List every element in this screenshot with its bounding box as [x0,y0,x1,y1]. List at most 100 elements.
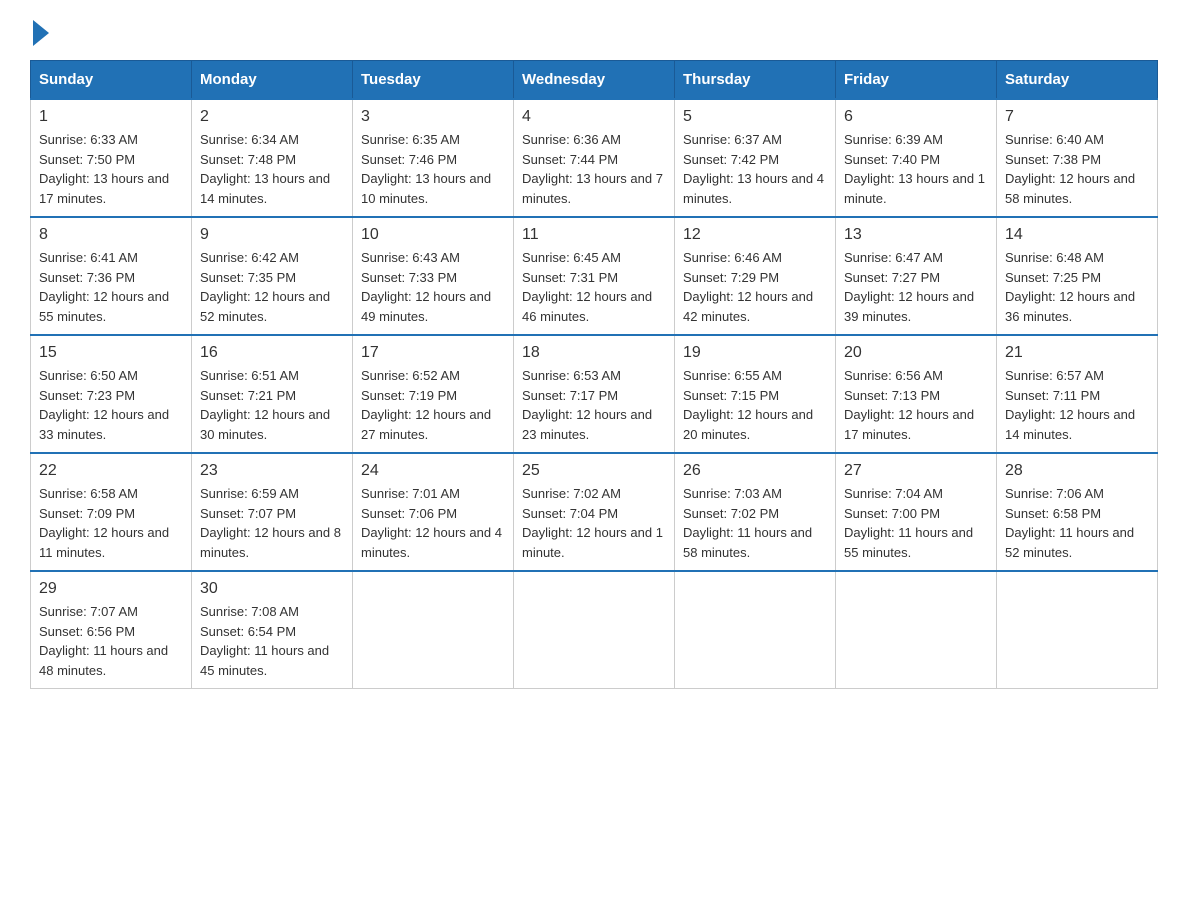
day-number: 14 [1005,226,1149,244]
day-cell-11: 11Sunrise: 6:45 AMSunset: 7:31 PMDayligh… [514,217,675,335]
day-info: Sunrise: 6:51 AMSunset: 7:21 PMDaylight:… [200,366,344,444]
day-info: Sunrise: 6:55 AMSunset: 7:15 PMDaylight:… [683,366,827,444]
calendar-header-row: SundayMondayTuesdayWednesdayThursdayFrid… [31,61,1158,100]
day-cell-27: 27 Sunrise: 7:04 AMSunset: 7:00 PMDayligh… [836,453,997,571]
day-info: Sunrise: 6:50 AMSunset: 7:23 PMDaylight:… [39,366,183,444]
day-cell-10: 10 Sunrise: 6:43 AMSunset: 7:33 PMDayligh… [353,217,514,335]
week-row-1: 1Sunrise: 6:33 AMSunset: 7:50 PMDaylight… [31,99,1158,217]
day-cell-25: 25 Sunrise: 7:02 AMSunset: 7:04 PMDayligh… [514,453,675,571]
day-info: Sunrise: 7:07 AMSunset: 6:56 PMDaylight:… [39,602,183,680]
day-info: Sunrise: 6:41 AMSunset: 7:36 PMDaylight:… [39,248,183,326]
day-cell-14: 14 Sunrise: 6:48 AMSunset: 7:25 PMDayligh… [997,217,1158,335]
day-number: 22 [39,462,183,480]
day-number: 11 [522,226,666,244]
day-info: Sunrise: 7:06 AMSunset: 6:58 PMDaylight:… [1005,484,1149,562]
day-cell-8: 8 Sunrise: 6:41 AMSunset: 7:36 PMDaylight… [31,217,192,335]
col-header-wednesday: Wednesday [514,61,675,100]
day-info: Sunrise: 6:57 AMSunset: 7:11 PMDaylight:… [1005,366,1149,444]
day-number: 24 [361,462,505,480]
day-number: 13 [844,226,988,244]
day-cell-12: 12 Sunrise: 6:46 AMSunset: 7:29 PMDayligh… [675,217,836,335]
day-cell-13: 13 Sunrise: 6:47 AMSunset: 7:27 PMDayligh… [836,217,997,335]
day-cell-15: 15 Sunrise: 6:50 AMSunset: 7:23 PMDayligh… [31,335,192,453]
day-info: Sunrise: 7:02 AMSunset: 7:04 PMDaylight:… [522,484,666,562]
day-number: 26 [683,462,827,480]
day-cell-16: 16 Sunrise: 6:51 AMSunset: 7:21 PMDayligh… [192,335,353,453]
col-header-friday: Friday [836,61,997,100]
day-cell-20: 20 Sunrise: 6:56 AMSunset: 7:13 PMDayligh… [836,335,997,453]
page-header [30,20,1158,40]
day-cell-9: 9Sunrise: 6:42 AMSunset: 7:35 PMDaylight… [192,217,353,335]
day-number: 17 [361,344,505,362]
day-number: 16 [200,344,344,362]
day-number: 2 [200,108,344,126]
day-cell-3: 3Sunrise: 6:35 AMSunset: 7:46 PMDaylight… [353,99,514,217]
col-header-thursday: Thursday [675,61,836,100]
day-cell-1: 1Sunrise: 6:33 AMSunset: 7:50 PMDaylight… [31,99,192,217]
day-cell-18: 18 Sunrise: 6:53 AMSunset: 7:17 PMDayligh… [514,335,675,453]
day-info: Sunrise: 7:08 AMSunset: 6:54 PMDaylight:… [200,602,344,680]
day-info: Sunrise: 6:59 AMSunset: 7:07 PMDaylight:… [200,484,344,562]
day-info: Sunrise: 6:47 AMSunset: 7:27 PMDaylight:… [844,248,988,326]
day-cell-17: 17 Sunrise: 6:52 AMSunset: 7:19 PMDayligh… [353,335,514,453]
day-info: Sunrise: 6:40 AMSunset: 7:38 PMDaylight:… [1005,130,1149,208]
day-info: Sunrise: 6:39 AMSunset: 7:40 PMDaylight:… [844,130,988,208]
day-info: Sunrise: 6:43 AMSunset: 7:33 PMDaylight:… [361,248,505,326]
week-row-5: 29 Sunrise: 7:07 AMSunset: 6:56 PMDayligh… [31,571,1158,689]
day-number: 1 [39,108,183,126]
day-cell-5: 5 Sunrise: 6:37 AMSunset: 7:42 PMDaylight… [675,99,836,217]
col-header-tuesday: Tuesday [353,61,514,100]
day-number: 29 [39,580,183,598]
day-number: 18 [522,344,666,362]
empty-cell [353,571,514,689]
day-cell-19: 19 Sunrise: 6:55 AMSunset: 7:15 PMDayligh… [675,335,836,453]
day-info: Sunrise: 6:52 AMSunset: 7:19 PMDaylight:… [361,366,505,444]
day-number: 8 [39,226,183,244]
week-row-4: 22 Sunrise: 6:58 AMSunset: 7:09 PMDayligh… [31,453,1158,571]
day-number: 4 [522,108,666,126]
day-number: 19 [683,344,827,362]
day-info: Sunrise: 6:48 AMSunset: 7:25 PMDaylight:… [1005,248,1149,326]
day-info: Sunrise: 6:42 AMSunset: 7:35 PMDaylight:… [200,248,344,326]
day-info: Sunrise: 7:01 AMSunset: 7:06 PMDaylight:… [361,484,505,562]
day-number: 21 [1005,344,1149,362]
day-info: Sunrise: 6:34 AMSunset: 7:48 PMDaylight:… [200,130,344,208]
day-number: 30 [200,580,344,598]
day-info: Sunrise: 6:58 AMSunset: 7:09 PMDaylight:… [39,484,183,562]
day-number: 6 [844,108,988,126]
day-number: 15 [39,344,183,362]
day-info: Sunrise: 6:36 AMSunset: 7:44 PMDaylight:… [522,130,666,208]
day-cell-28: 28 Sunrise: 7:06 AMSunset: 6:58 PMDayligh… [997,453,1158,571]
day-number: 7 [1005,108,1149,126]
day-cell-4: 4 Sunrise: 6:36 AMSunset: 7:44 PMDaylight… [514,99,675,217]
day-cell-30: 30 Sunrise: 7:08 AMSunset: 6:54 PMDayligh… [192,571,353,689]
day-info: Sunrise: 6:35 AMSunset: 7:46 PMDaylight:… [361,130,505,208]
day-number: 27 [844,462,988,480]
day-info: Sunrise: 6:46 AMSunset: 7:29 PMDaylight:… [683,248,827,326]
day-number: 10 [361,226,505,244]
day-cell-21: 21 Sunrise: 6:57 AMSunset: 7:11 PMDayligh… [997,335,1158,453]
empty-cell [514,571,675,689]
calendar-table: SundayMondayTuesdayWednesdayThursdayFrid… [30,60,1158,689]
day-cell-26: 26Sunrise: 7:03 AMSunset: 7:02 PMDayligh… [675,453,836,571]
week-row-3: 15 Sunrise: 6:50 AMSunset: 7:23 PMDayligh… [31,335,1158,453]
logo [30,20,49,40]
day-info: Sunrise: 6:56 AMSunset: 7:13 PMDaylight:… [844,366,988,444]
empty-cell [675,571,836,689]
week-row-2: 8 Sunrise: 6:41 AMSunset: 7:36 PMDaylight… [31,217,1158,335]
day-info: Sunrise: 6:37 AMSunset: 7:42 PMDaylight:… [683,130,827,208]
day-number: 25 [522,462,666,480]
day-cell-29: 29 Sunrise: 7:07 AMSunset: 6:56 PMDayligh… [31,571,192,689]
day-info: Sunrise: 7:04 AMSunset: 7:00 PMDaylight:… [844,484,988,562]
empty-cell [997,571,1158,689]
day-cell-2: 2 Sunrise: 6:34 AMSunset: 7:48 PMDaylight… [192,99,353,217]
day-number: 23 [200,462,344,480]
day-cell-24: 24 Sunrise: 7:01 AMSunset: 7:06 PMDayligh… [353,453,514,571]
day-number: 28 [1005,462,1149,480]
logo-triangle-icon [33,20,49,46]
day-info: Sunrise: 6:53 AMSunset: 7:17 PMDaylight:… [522,366,666,444]
day-number: 5 [683,108,827,126]
day-number: 20 [844,344,988,362]
day-cell-7: 7 Sunrise: 6:40 AMSunset: 7:38 PMDaylight… [997,99,1158,217]
day-number: 12 [683,226,827,244]
